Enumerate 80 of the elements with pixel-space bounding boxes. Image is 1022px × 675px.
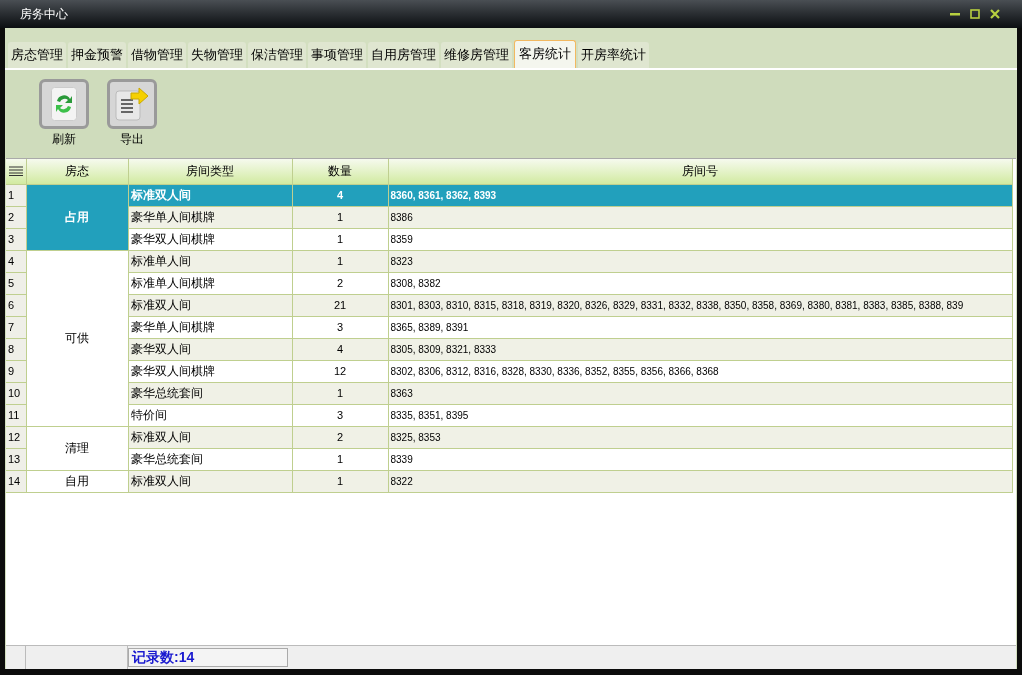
table-cell: 2 <box>292 272 388 294</box>
table-cell: 标准单人间棋牌 <box>128 272 292 294</box>
refresh-icon <box>51 87 77 121</box>
column-header[interactable]: 数量 <box>292 159 388 184</box>
table-cell: 豪华双人间棋牌 <box>128 228 292 250</box>
table-cell: 标准双人间 <box>128 426 292 448</box>
tab[interactable]: 开房率统计 <box>578 42 649 68</box>
row-number: 8 <box>6 338 26 360</box>
table-cell: 3 <box>292 316 388 338</box>
table-cell: 8339 <box>388 448 1012 470</box>
table-cell: 8322 <box>388 470 1012 492</box>
table-cell: 特价间 <box>128 404 292 426</box>
column-header[interactable]: 房态 <box>26 159 128 184</box>
table-cell: 豪华双人间 <box>128 338 292 360</box>
table-cell: 豪华单人间棋牌 <box>128 316 292 338</box>
table-cell: 8305, 8309, 8321, 8333 <box>388 338 1012 360</box>
table-cell: 豪华总统套间 <box>128 448 292 470</box>
record-count: 记录数:14 <box>128 648 288 667</box>
table-cell: 8308, 8382 <box>388 272 1012 294</box>
table-cell: 8365, 8389, 8391 <box>388 316 1012 338</box>
tab[interactable]: 自用房管理 <box>368 42 439 68</box>
row-number: 7 <box>6 316 26 338</box>
table-cell: 8359 <box>388 228 1012 250</box>
row-number: 2 <box>6 206 26 228</box>
column-header[interactable]: 房间类型 <box>128 159 292 184</box>
table-cell: 标准单人间 <box>128 250 292 272</box>
row-number: 11 <box>6 404 26 426</box>
table-cell: 1 <box>292 470 388 492</box>
status-cell: 清理 <box>26 426 128 470</box>
table-cell: 8363 <box>388 382 1012 404</box>
row-number: 9 <box>6 360 26 382</box>
row-number: 1 <box>6 184 26 206</box>
tab[interactable]: 房态管理 <box>8 42 66 68</box>
table-cell: 8301, 8303, 8310, 8315, 8318, 8319, 8320, 8326, 8329, 8331, 8332, 8338, 8350, 8358, 8369, 8380, 8381, 8383, 8385, 8388, 839 <box>388 294 1012 316</box>
table-cell: 标准双人间 <box>128 294 292 316</box>
status-cell: 可供 <box>26 250 128 426</box>
tab[interactable]: 事项管理 <box>308 42 366 68</box>
tab[interactable]: 失物管理 <box>188 42 246 68</box>
tab[interactable]: 维修房管理 <box>441 42 512 68</box>
table-cell: 标准双人间 <box>128 184 292 206</box>
table-cell: 标准双人间 <box>128 470 292 492</box>
close-icon[interactable] <box>990 9 1000 19</box>
table-cell: 1 <box>292 206 388 228</box>
table-cell: 1 <box>292 448 388 470</box>
table-cell: 豪华单人间棋牌 <box>128 206 292 228</box>
table-cell: 豪华总统套间 <box>128 382 292 404</box>
table-cell: 8325, 8353 <box>388 426 1012 448</box>
table-cell: 8335, 8351, 8395 <box>388 404 1012 426</box>
table-cell: 2 <box>292 426 388 448</box>
status-cell: 占用 <box>26 184 128 250</box>
table-cell: 1 <box>292 250 388 272</box>
row-number: 12 <box>6 426 26 448</box>
document-arrow-icon <box>115 87 149 121</box>
tab[interactable]: 客房统计 <box>514 40 576 68</box>
table-cell: 1 <box>292 382 388 404</box>
table-cell: 8360, 8361, 8362, 8393 <box>388 184 1012 206</box>
table-cell: 8386 <box>388 206 1012 228</box>
window-title: 房务中心 <box>20 6 68 23</box>
table-cell: 21 <box>292 294 388 316</box>
table-cell: 4 <box>292 338 388 360</box>
table-cell: 4 <box>292 184 388 206</box>
tab[interactable]: 借物管理 <box>128 42 186 68</box>
row-number: 6 <box>6 294 26 316</box>
table-cell: 12 <box>292 360 388 382</box>
table-cell: 8302, 8306, 8312, 8316, 8328, 8330, 8336, 8352, 8355, 8356, 8366, 8368 <box>388 360 1012 382</box>
row-number: 13 <box>6 448 26 470</box>
table-cell: 1 <box>292 228 388 250</box>
row-number: 3 <box>6 228 26 250</box>
menu-icon[interactable] <box>8 166 23 177</box>
table-cell: 3 <box>292 404 388 426</box>
tab[interactable]: 押金预警 <box>68 42 126 68</box>
column-header[interactable]: 房间号 <box>388 159 1012 184</box>
maximize-icon[interactable] <box>970 9 980 19</box>
table-cell: 豪华双人间棋牌 <box>128 360 292 382</box>
row-number: 4 <box>6 250 26 272</box>
row-number: 14 <box>6 470 26 492</box>
row-number: 5 <box>6 272 26 294</box>
table-cell: 8323 <box>388 250 1012 272</box>
tab[interactable]: 保洁管理 <box>248 42 306 68</box>
row-number: 10 <box>6 382 26 404</box>
